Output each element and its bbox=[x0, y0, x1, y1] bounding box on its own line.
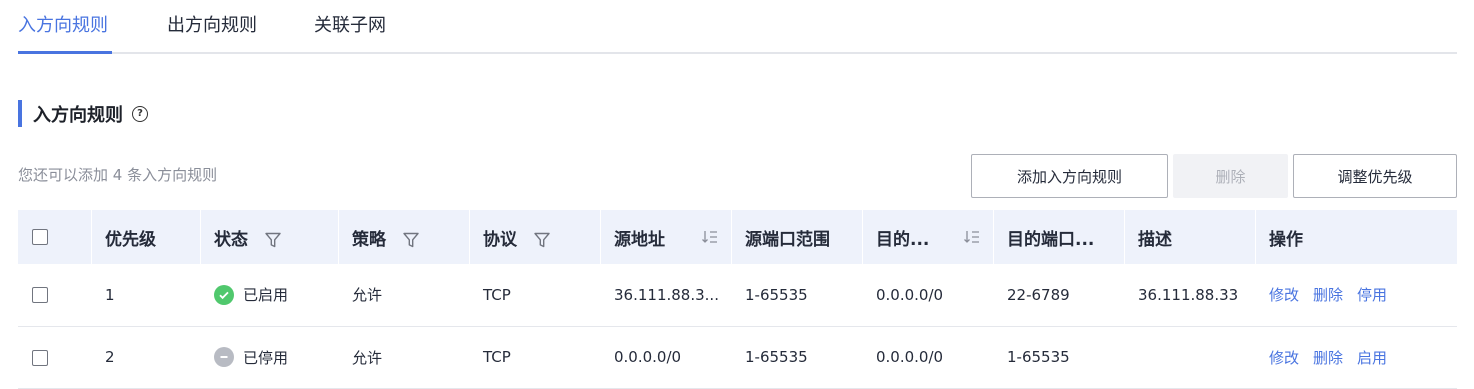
filter-icon[interactable] bbox=[533, 231, 551, 249]
cell-policy: 允许 bbox=[352, 348, 383, 367]
status-label: 已停用 bbox=[243, 348, 289, 367]
cell-status: 已启用 bbox=[200, 264, 338, 326]
header-label: 操作 bbox=[1269, 229, 1303, 250]
cell-operations: 修改 删除 启用 bbox=[1255, 326, 1457, 388]
header-destination: 目的... bbox=[862, 210, 993, 264]
header-source: 源地址 bbox=[600, 210, 731, 264]
delete-link[interactable]: 删除 bbox=[1313, 286, 1343, 304]
row-select-cell bbox=[18, 264, 91, 326]
section-title: 入方向规则 bbox=[33, 104, 123, 126]
disabled-minus-icon bbox=[214, 347, 234, 367]
cell-protocol: TCP bbox=[483, 285, 511, 304]
filter-icon[interactable] bbox=[264, 231, 282, 249]
header-label: 优先级 bbox=[105, 229, 156, 250]
tab-label: 入方向规则 bbox=[18, 15, 108, 36]
header-protocol: 协议 bbox=[469, 210, 600, 264]
header-policy: 策略 bbox=[338, 210, 469, 264]
tab-bar: 入方向规则 出方向规则 关联子网 bbox=[18, 0, 1457, 54]
header-label: 协议 bbox=[483, 229, 517, 250]
help-icon[interactable]: ? bbox=[132, 105, 148, 122]
table-row: 1 已启用 允许 TCP 36.111.88.3... 1-65535 0.0.… bbox=[18, 264, 1457, 326]
header-priority: 优先级 bbox=[91, 210, 200, 264]
adjust-priority-button[interactable]: 调整优先级 bbox=[1293, 154, 1457, 198]
sort-icon[interactable] bbox=[963, 228, 981, 246]
delete-button[interactable]: 删除 bbox=[1173, 154, 1288, 198]
tab-associated-subnets[interactable]: 关联子网 bbox=[314, 14, 386, 38]
table-header-row: 优先级 状态 策略 协议 源地址 源端口范围 目的... 目的端口... 描述 … bbox=[18, 210, 1457, 264]
header-label: 描述 bbox=[1138, 229, 1172, 250]
select-all-cell bbox=[18, 210, 91, 264]
cell-destination-port: 22-6789 bbox=[1007, 285, 1070, 304]
header-status: 状态 bbox=[200, 210, 338, 264]
tab-inbound-rules[interactable]: 入方向规则 bbox=[18, 14, 108, 38]
header-label: 策略 bbox=[352, 229, 386, 250]
header-description: 描述 bbox=[1124, 210, 1255, 264]
cell-destination: 0.0.0.0/0 bbox=[876, 348, 944, 366]
delete-link[interactable]: 删除 bbox=[1313, 349, 1343, 367]
cell-priority: 1 bbox=[105, 285, 115, 304]
cell-source-port: 1-65535 bbox=[745, 348, 808, 366]
cell-source-port: 1-65535 bbox=[745, 285, 808, 304]
header-label: 目的... bbox=[876, 229, 930, 250]
header-label: 源地址 bbox=[614, 229, 665, 250]
cell-operations: 修改 删除 停用 bbox=[1255, 264, 1457, 326]
header-operations: 操作 bbox=[1255, 210, 1457, 264]
select-all-checkbox[interactable] bbox=[32, 229, 48, 245]
edit-link[interactable]: 修改 bbox=[1269, 286, 1299, 304]
add-inbound-rule-button[interactable]: 添加入方向规则 bbox=[971, 154, 1168, 198]
enabled-check-icon bbox=[214, 284, 234, 305]
row-select-cell bbox=[18, 326, 91, 388]
edit-link[interactable]: 修改 bbox=[1269, 349, 1299, 367]
cell-source: 0.0.0.0/0 bbox=[614, 348, 682, 366]
active-tab-indicator bbox=[18, 51, 112, 54]
tab-label: 关联子网 bbox=[314, 15, 386, 36]
table-row: 2 已停用 允许 TCP 0.0.0.0/0 1-65535 0.0.0.0/0… bbox=[18, 326, 1457, 388]
inbound-rules-table: 优先级 状态 策略 协议 源地址 源端口范围 目的... 目的端口... 描述 … bbox=[18, 210, 1457, 389]
cell-policy: 允许 bbox=[352, 286, 383, 305]
cell-description: 36.111.88.33 bbox=[1138, 285, 1239, 304]
cell-destination-port: 1-65535 bbox=[1007, 348, 1070, 366]
cell-status: 已停用 bbox=[200, 326, 338, 388]
disable-link[interactable]: 停用 bbox=[1357, 286, 1387, 304]
header-label: 状态 bbox=[214, 229, 248, 250]
quota-text: 您还可以添加 4 条入方向规则 bbox=[18, 166, 218, 184]
header-label: 源端口范围 bbox=[745, 229, 830, 250]
cell-protocol: TCP bbox=[483, 348, 511, 366]
enable-link[interactable]: 启用 bbox=[1357, 349, 1387, 367]
header-label: 目的端口... bbox=[1007, 229, 1095, 250]
row-checkbox[interactable] bbox=[32, 287, 48, 304]
cell-destination: 0.0.0.0/0 bbox=[876, 285, 944, 304]
section-header: 入方向规则 ? bbox=[18, 100, 148, 127]
cell-priority: 2 bbox=[105, 348, 115, 366]
tab-label: 出方向规则 bbox=[167, 15, 257, 36]
status-label: 已启用 bbox=[243, 286, 289, 305]
filter-icon[interactable] bbox=[402, 231, 420, 249]
cell-description bbox=[1124, 326, 1255, 388]
header-source-port: 源端口范围 bbox=[731, 210, 862, 264]
header-destination-port: 目的端口... bbox=[993, 210, 1124, 264]
cell-source: 36.111.88.3... bbox=[614, 285, 719, 304]
sort-icon[interactable] bbox=[701, 228, 719, 246]
row-checkbox[interactable] bbox=[32, 349, 48, 366]
tab-outbound-rules[interactable]: 出方向规则 bbox=[167, 14, 257, 38]
